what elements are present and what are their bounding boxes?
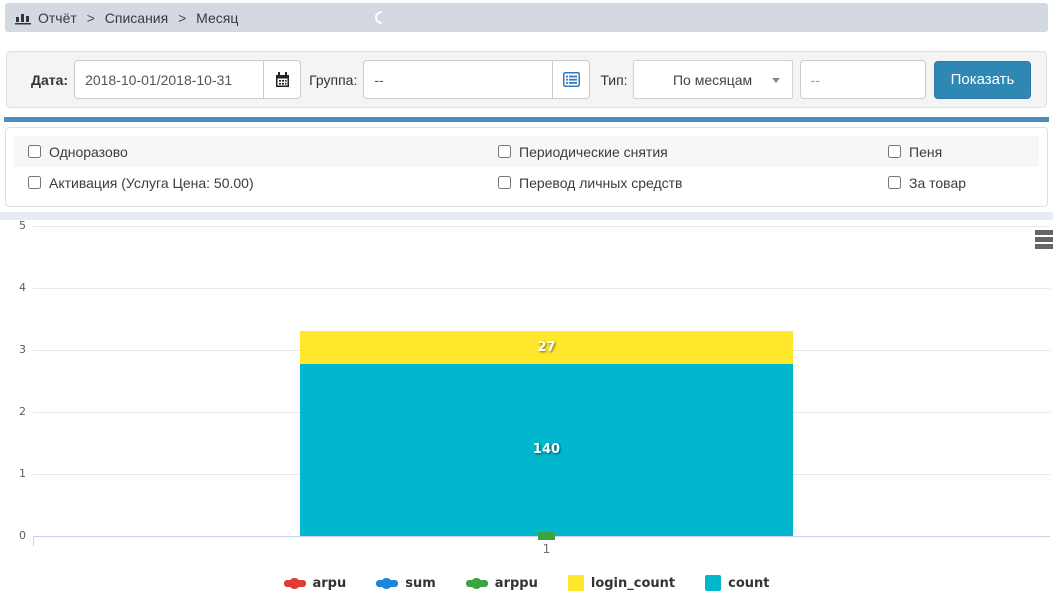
checkbox-periodicheskie-snyatiya[interactable]: Периодические снятия bbox=[484, 144, 874, 160]
y-tick-label: 4 bbox=[0, 281, 26, 295]
y-tick-label: 5 bbox=[0, 219, 26, 233]
breadcrumb-separator: > bbox=[178, 10, 186, 26]
calendar-button[interactable] bbox=[264, 60, 301, 99]
y-tick-label: 0 bbox=[0, 529, 26, 543]
checkbox-odnorazovo[interactable]: Одноразово bbox=[14, 144, 484, 160]
bar-segment-count[interactable]: 140 bbox=[300, 364, 793, 536]
checkbox-input[interactable] bbox=[888, 176, 901, 189]
group-label: Группа: bbox=[309, 72, 357, 88]
chart-plot: 140 27 bbox=[33, 226, 1050, 536]
checkbox-input[interactable] bbox=[28, 145, 41, 158]
bar-segment-login_count[interactable]: 27 bbox=[300, 331, 793, 363]
show-button[interactable]: Показать bbox=[934, 61, 1032, 99]
legend-item-arppu[interactable]: arppu bbox=[466, 576, 538, 591]
checkbox-input[interactable] bbox=[498, 145, 511, 158]
line-marker-arppu[interactable] bbox=[538, 532, 555, 540]
checkbox-label: За товар bbox=[909, 175, 966, 191]
list-icon bbox=[563, 72, 580, 87]
checkbox-perevod-lichnyh-sredstv[interactable]: Перевод личных средств bbox=[484, 175, 874, 191]
date-label: Дата: bbox=[31, 72, 68, 88]
checkbox-aktivatsiya[interactable]: Активация (Услуга Цена: 50.00) bbox=[14, 175, 484, 191]
chart-menu-icon[interactable] bbox=[1035, 230, 1053, 251]
checkbox-input[interactable] bbox=[888, 145, 901, 158]
legend-label: arppu bbox=[495, 576, 538, 591]
extra-input[interactable] bbox=[800, 60, 926, 99]
legend-marker-arpu bbox=[284, 580, 306, 587]
checkbox-row: Одноразово Периодические снятия Пеня bbox=[14, 136, 1039, 167]
page-gap bbox=[0, 212, 1053, 220]
legend-label: arpu bbox=[313, 576, 347, 591]
bar-stack: 140 27 bbox=[300, 226, 793, 536]
legend-item-arpu[interactable]: arpu bbox=[284, 576, 347, 591]
checkbox-label: Активация (Услуга Цена: 50.00) bbox=[49, 175, 254, 191]
breadcrumb-otchet[interactable]: Отчёт bbox=[38, 10, 77, 26]
x-axis-category-label: 1 bbox=[300, 542, 793, 556]
breadcrumb-separator: > bbox=[87, 10, 95, 26]
type-select-value: По месяцам bbox=[673, 72, 752, 88]
y-tick-label: 3 bbox=[0, 343, 26, 357]
legend-item-count[interactable]: count bbox=[705, 575, 769, 591]
type-select[interactable]: По месяцам bbox=[633, 60, 793, 99]
legend-marker-arppu bbox=[466, 580, 488, 587]
calendar-icon bbox=[275, 72, 290, 88]
chevron-down-icon bbox=[772, 78, 780, 83]
bar-value-label: 27 bbox=[537, 340, 555, 355]
y-tick-label: 2 bbox=[0, 405, 26, 419]
chart-legend: arpu sum arppu login_count count bbox=[0, 575, 1053, 591]
header-bar: Отчёт > Списания > Месяц bbox=[5, 3, 1048, 32]
bar-value-label: 140 bbox=[533, 442, 560, 457]
legend-label: sum bbox=[405, 576, 436, 591]
checkbox-label: Перевод личных средств bbox=[519, 175, 683, 191]
breadcrumb: Отчёт > Списания > Месяц bbox=[38, 10, 238, 26]
group-list-button[interactable] bbox=[553, 60, 590, 99]
y-tick-label: 1 bbox=[0, 467, 26, 481]
breadcrumb-mesyats[interactable]: Месяц bbox=[196, 10, 238, 26]
checkbox-label: Периодические снятия bbox=[519, 144, 668, 160]
checkbox-label: Пеня bbox=[909, 144, 942, 160]
legend-item-sum[interactable]: sum bbox=[376, 576, 436, 591]
filter-panel: Дата: Группа: bbox=[6, 51, 1047, 108]
checkbox-za-tovar[interactable]: За товар bbox=[874, 175, 1039, 191]
checkbox-row: Активация (Услуга Цена: 50.00) Перевод л… bbox=[14, 167, 1039, 198]
legend-marker-sum bbox=[376, 580, 398, 587]
checkbox-input[interactable] bbox=[28, 176, 41, 189]
bar-chart-icon bbox=[15, 10, 31, 25]
y-axis-labels: 543210 bbox=[0, 226, 26, 536]
group-input[interactable] bbox=[363, 60, 553, 99]
checkbox-penya[interactable]: Пеня bbox=[874, 144, 1039, 160]
breadcrumb-spisaniya[interactable]: Списания bbox=[105, 10, 168, 26]
section-divider bbox=[4, 117, 1049, 122]
checkbox-input[interactable] bbox=[498, 176, 511, 189]
spinner-icon bbox=[372, 8, 390, 26]
chart-panel: 5 4 3 2 1 0 140 27 1 arpu sum arppu login_count co… bbox=[0, 220, 1053, 605]
legend-marker-login_count bbox=[568, 575, 584, 591]
date-input[interactable] bbox=[74, 60, 264, 99]
legend-label: count bbox=[728, 576, 769, 591]
checkbox-panel: Одноразово Периодические снятия Пеня Акт… bbox=[5, 127, 1048, 207]
checkbox-label: Одноразово bbox=[49, 144, 128, 160]
legend-marker-count bbox=[705, 575, 721, 591]
legend-label: login_count bbox=[591, 576, 675, 591]
type-label: Тип: bbox=[600, 72, 627, 88]
legend-item-login_count[interactable]: login_count bbox=[568, 575, 675, 591]
